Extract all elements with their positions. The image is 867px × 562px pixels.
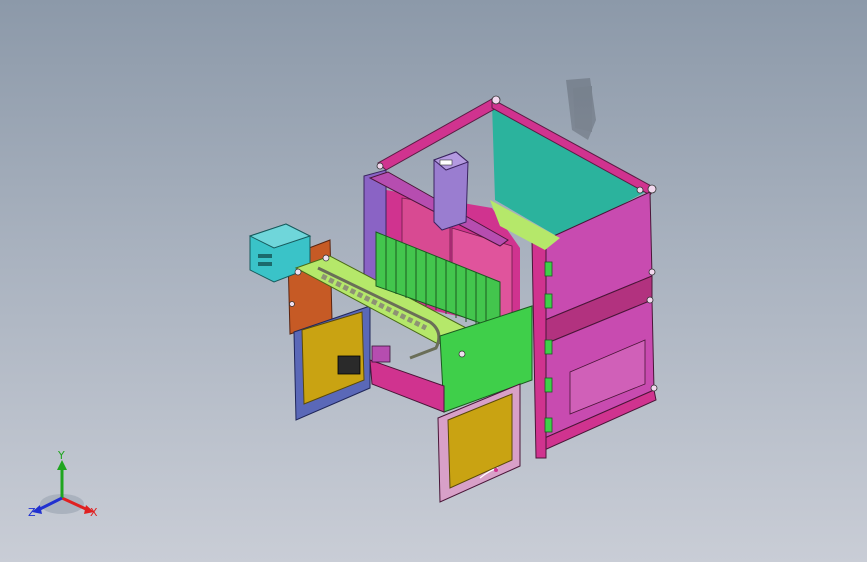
y-axis-label: Y — [57, 449, 65, 462]
machine-3d-model[interactable]: X Y Z — [0, 0, 867, 562]
z-axis-label: Z — [28, 506, 36, 519]
x-axis-label: X — [90, 506, 98, 519]
front-post — [531, 239, 547, 459]
front-pink-panel — [369, 359, 445, 413]
spindle-column[interactable] — [433, 151, 469, 231]
cad-viewport[interactable]: X Y Z — [0, 0, 867, 562]
coordinate-triad: X Y Z — [28, 449, 98, 519]
model-shadow — [566, 78, 596, 140]
